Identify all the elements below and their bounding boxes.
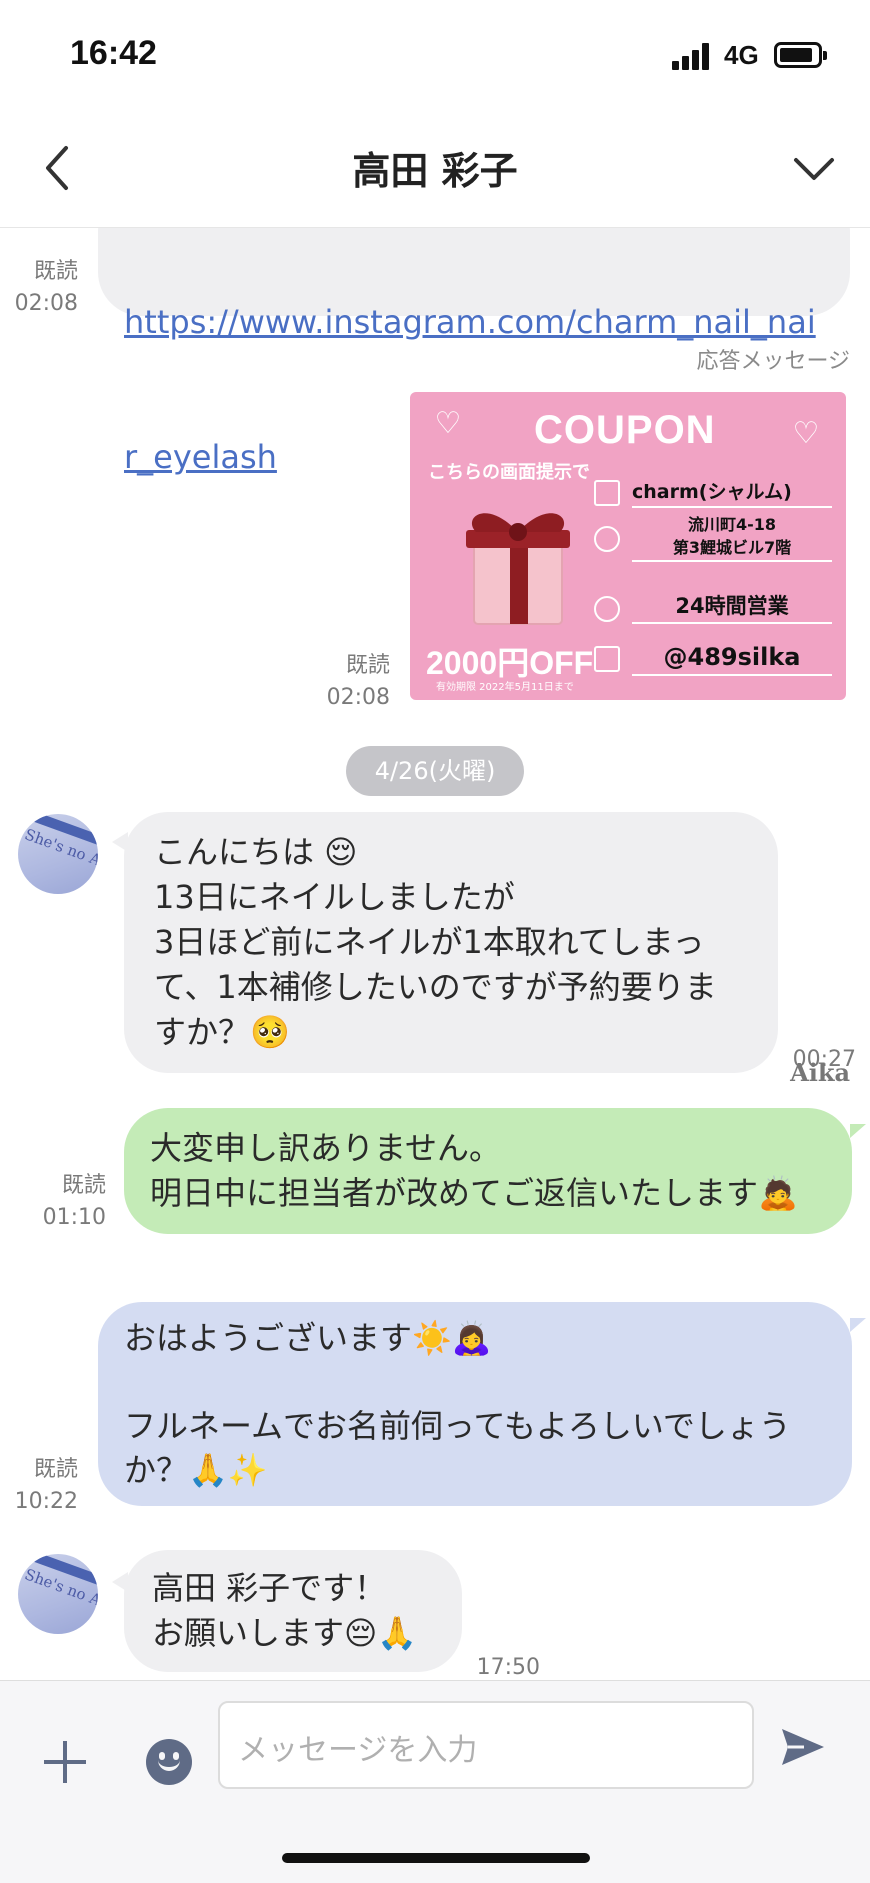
coupon-hours: 24時間営業 — [632, 590, 832, 624]
instagram-link[interactable]: https://www.instagram.com/charm_nail_nai — [124, 300, 824, 345]
message-time: 02:08 — [14, 291, 78, 316]
clock-icon — [594, 596, 620, 622]
message-time: 17:50 — [476, 1655, 540, 1680]
coupon-shop: charm(シャルム) — [632, 478, 832, 508]
read-status: 既読 02:08 — [10, 256, 78, 320]
heart-icon: ♡ — [792, 416, 820, 451]
read-status: 既読 02:08 — [318, 650, 390, 714]
battery-icon — [774, 42, 827, 68]
chevron-down-icon — [794, 158, 834, 180]
message-time: 10:22 — [14, 1489, 78, 1514]
input-bar: メッセージを入力 — [0, 1680, 870, 1883]
coupon-image[interactable]: ♡ ♡ COUPON こちらの画面提示で 2000円OFF 有効期限 2022年… — [410, 392, 846, 700]
status-time: 16:42 — [70, 34, 157, 72]
plus-icon[interactable] — [40, 1737, 90, 1787]
heart-icon: ♡ — [434, 406, 462, 441]
reply-message-bubble[interactable]: 大変申し訳ありません。 明日中に担当者が改めてご返信いたします🙇 — [124, 1108, 852, 1234]
customer-message-bubble[interactable]: 高田 彩子です！ お願いします😔🙏 — [124, 1550, 462, 1672]
coupon-line-id: @489silka — [632, 640, 832, 676]
chat-header: 高田 彩子 — [0, 110, 870, 228]
coupon-valid: 有効期限 2022年5月11日まで — [436, 682, 574, 693]
menu-toggle-button[interactable] — [786, 146, 842, 192]
signal-icon — [672, 42, 714, 70]
home-indicator — [282, 1853, 590, 1863]
auto-reply-label: 応答メッセージ — [696, 349, 850, 374]
reply-message-bubble[interactable]: おはようございます☀️🙇‍♀️ フルネームでお名前伺ってもよろしいでしょう か？… — [98, 1302, 852, 1506]
coupon-address-2: 第3鯉城ビル7階 — [632, 536, 832, 562]
emoji-icon[interactable] — [146, 1739, 192, 1785]
read-status: 既読 10:22 — [10, 1454, 78, 1518]
send-icon[interactable] — [778, 1725, 828, 1769]
network-label: 4G — [724, 40, 759, 70]
chat-title: 高田 彩子 — [352, 149, 518, 193]
message-input[interactable]: メッセージを入力 — [218, 1701, 754, 1789]
link-message-bubble[interactable]: https://www.instagram.com/charm_nail_nai… — [98, 228, 850, 476]
customer-message-bubble[interactable]: こんにちは 😌 13日にネイルしましたが 3日ほど前にネイルが1本取れてしまっ … — [124, 812, 778, 1073]
coupon-subtitle: こちらの画面提示で — [428, 462, 590, 483]
status-bar: 16:42 4G — [0, 0, 870, 110]
read-status: 既読 01:10 — [38, 1170, 106, 1234]
avatar[interactable]: She's no Angel — [18, 1554, 98, 1634]
shop-icon — [594, 480, 620, 506]
line-icon — [594, 646, 620, 672]
message-time: 02:08 — [326, 685, 390, 710]
location-icon — [594, 526, 620, 552]
coupon-title: COUPON — [534, 408, 716, 452]
message-time: 01:10 — [42, 1205, 106, 1230]
coupon-address-1: 流川町4-18 — [687, 515, 777, 534]
gift-icon — [466, 513, 570, 625]
avatar[interactable]: She's no Angel — [18, 814, 98, 894]
date-separator: 4/26(火曜) — [346, 746, 524, 796]
chat-area[interactable]: https://www.instagram.com/charm_nail_nai… — [0, 228, 870, 1680]
sender-name: Aika — [790, 1058, 850, 1087]
